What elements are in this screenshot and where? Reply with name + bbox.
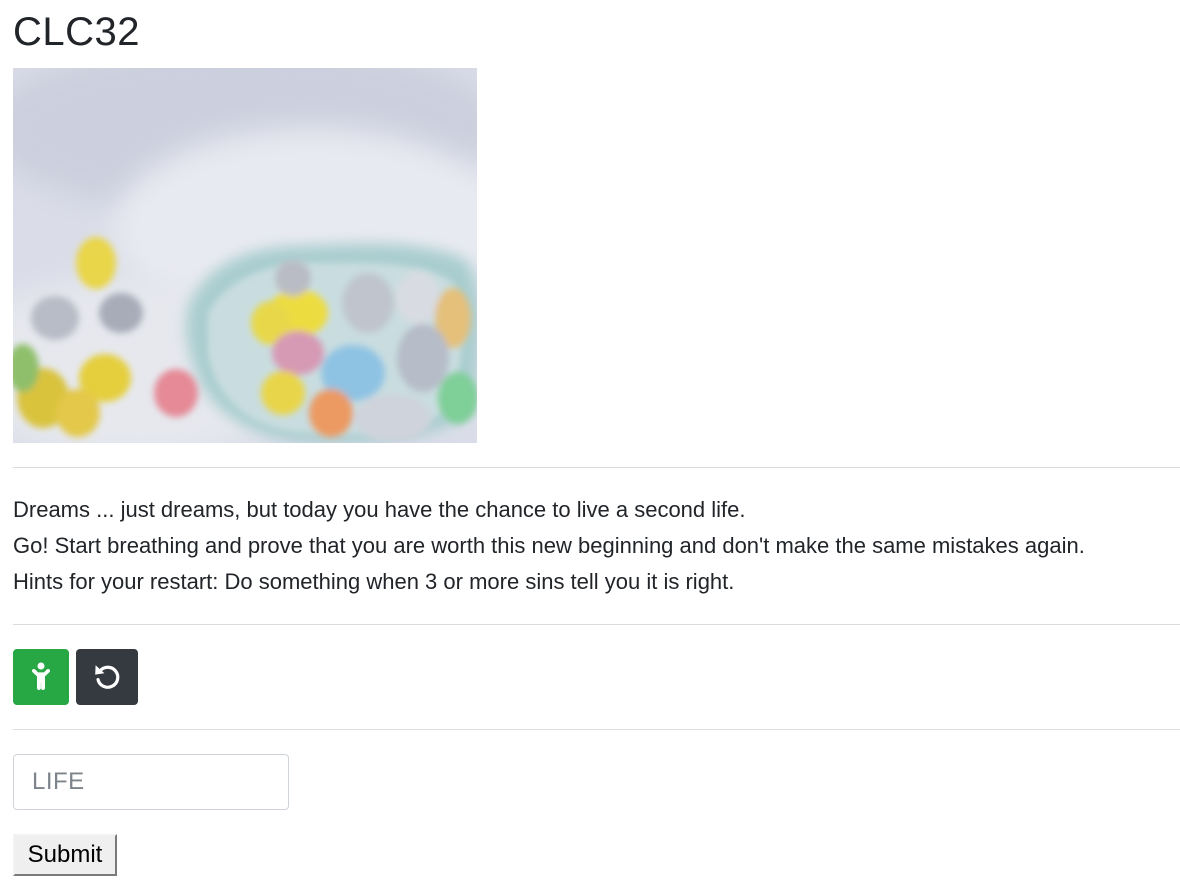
story-line: Go! Start breathing and prove that you a… — [13, 533, 1085, 558]
divider — [13, 467, 1180, 468]
easter-eggs-image — [13, 68, 477, 443]
child-person-icon — [31, 662, 51, 693]
undo-icon — [93, 662, 121, 693]
page-title: CLC32 — [13, 10, 141, 54]
life-input[interactable] — [13, 754, 289, 810]
start-life-button[interactable] — [13, 649, 69, 705]
divider — [13, 624, 1180, 625]
story-line: Dreams ... just dreams, but today you ha… — [13, 497, 746, 522]
submit-button[interactable]: Submit — [13, 834, 117, 876]
story-text: Dreams ... just dreams, but today you ha… — [13, 492, 1085, 600]
restart-button[interactable] — [76, 649, 138, 705]
story-line: Hints for your restart: Do something whe… — [13, 569, 735, 594]
divider — [13, 729, 1180, 730]
